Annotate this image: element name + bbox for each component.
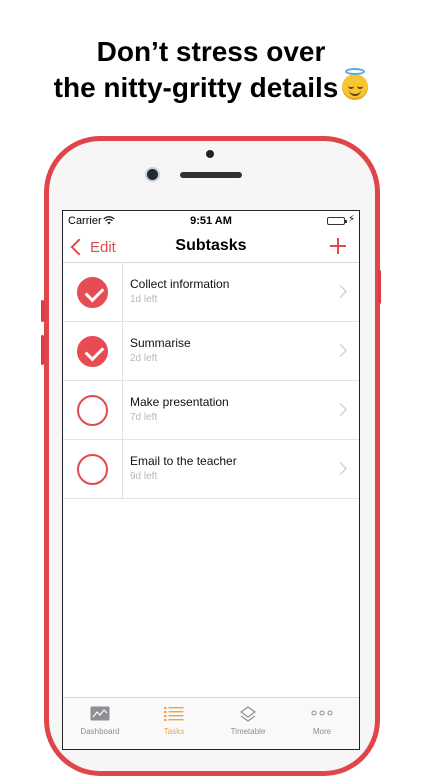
- checkmark-icon: [84, 282, 105, 303]
- phone-sensor-icon: [206, 150, 214, 158]
- front-camera-icon: [147, 169, 158, 180]
- app-screen: Carrier 9:51 AM ⚡ Edit Subtasks Collect …: [62, 210, 360, 750]
- headline-line-2-text: the nitty-gritty details: [53, 72, 339, 103]
- tab-bar: Dashboard Tasks Timetable More: [63, 697, 359, 749]
- add-subtask-button[interactable]: [327, 235, 349, 257]
- subtask-row[interactable]: Summarise 2d left: [63, 322, 359, 381]
- subtask-checkbox-unchecked[interactable]: [77, 454, 108, 485]
- more-icon: [311, 710, 333, 716]
- subtask-checkbox-checked[interactable]: [77, 277, 108, 308]
- tab-label: Tasks: [163, 727, 185, 736]
- chevron-right-icon: [334, 285, 347, 298]
- chevron-right-icon: [334, 344, 347, 357]
- tab-more[interactable]: More: [285, 698, 359, 749]
- tab-dashboard[interactable]: Dashboard: [63, 698, 137, 749]
- headline-line-2: the nitty-gritty details: [0, 68, 422, 106]
- subtask-title: Email to the teacher: [130, 454, 237, 468]
- timetable-icon: [240, 706, 256, 722]
- phone-volume-button: [41, 335, 44, 365]
- chevron-right-icon: [334, 403, 347, 416]
- marketing-headline: Don’t stress over the nitty-gritty detai…: [0, 34, 422, 106]
- charging-bolt-icon: ⚡: [347, 214, 355, 225]
- tasks-icon: [164, 707, 184, 721]
- tab-label: More: [312, 727, 332, 736]
- subtask-list: Collect information 1d left Summarise 2d…: [63, 263, 359, 499]
- tab-tasks[interactable]: Tasks: [137, 698, 211, 749]
- phone-speaker: [180, 172, 242, 178]
- tab-label: Dashboard: [80, 727, 120, 736]
- subtask-checkbox-checked[interactable]: [77, 336, 108, 367]
- tab-timetable[interactable]: Timetable: [211, 698, 285, 749]
- subtask-title: Make presentation: [130, 395, 229, 409]
- halo-smile-emoji-icon: [342, 68, 369, 100]
- headline-line-1: Don’t stress over: [96, 36, 326, 67]
- chevron-right-icon: [334, 462, 347, 475]
- dashboard-icon: [90, 706, 110, 721]
- checkmark-icon: [84, 341, 105, 362]
- page-title: Subtasks: [175, 237, 247, 254]
- phone-power-button: [378, 270, 381, 304]
- tab-label: Timetable: [230, 727, 266, 736]
- subtask-checkbox-unchecked[interactable]: [77, 395, 108, 426]
- subtask-row[interactable]: Collect information 1d left: [63, 263, 359, 322]
- subtask-title: Collect information: [130, 277, 230, 291]
- battery-icon: [327, 217, 347, 225]
- subtask-due: 2d left: [130, 353, 158, 364]
- subtask-row[interactable]: Make presentation 7d left: [63, 381, 359, 440]
- status-bar: Carrier 9:51 AM ⚡: [63, 211, 359, 231]
- subtask-due: 7d left: [130, 412, 158, 423]
- navigation-bar: Edit Subtasks: [63, 231, 359, 263]
- phone-side-button: [41, 300, 44, 322]
- subtask-title: Summarise: [130, 336, 191, 350]
- subtask-row[interactable]: Email to the teacher 9d left: [63, 440, 359, 499]
- status-time: 9:51 AM: [190, 215, 232, 227]
- subtask-due: 9d left: [130, 471, 158, 482]
- subtask-due: 1d left: [130, 294, 158, 305]
